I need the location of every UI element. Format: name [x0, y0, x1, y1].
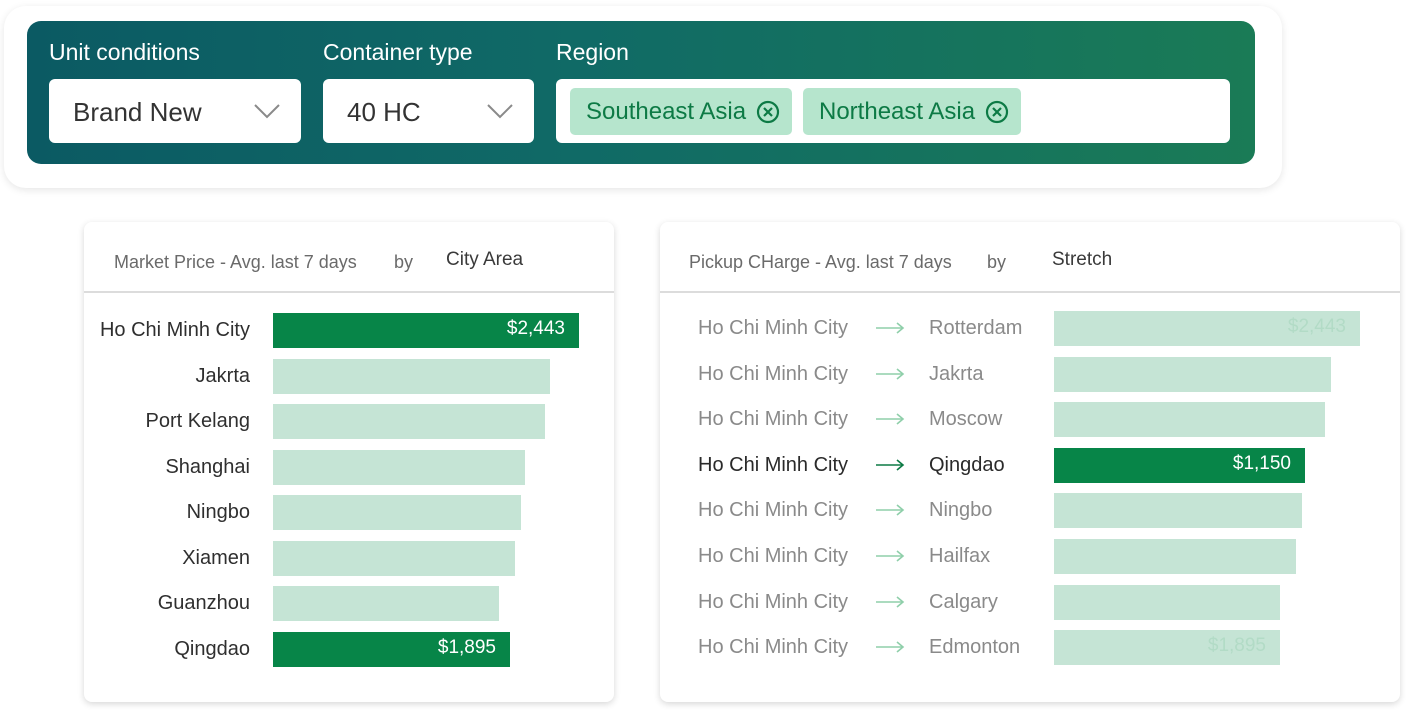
price-bar — [273, 495, 521, 530]
origin-label: Ho Chi Minh City — [698, 499, 849, 522]
pickup-charge-card: Pickup CHarge - Avg. last 7 days by Stre… — [660, 222, 1400, 702]
market-price-row[interactable]: Jakrta — [84, 358, 614, 394]
price-bar — [273, 586, 499, 621]
arrow-right-icon — [875, 321, 905, 335]
destination-label: Moscow — [929, 408, 1003, 431]
price-bar — [273, 540, 515, 576]
chip-label: Northeast Asia — [819, 97, 976, 125]
price-bar — [273, 358, 550, 394]
arrow-right-icon — [875, 595, 905, 609]
bar-value-label: $1,895 — [437, 636, 496, 658]
destination-label: Calgary — [929, 590, 998, 613]
city-label: Guanzhou — [157, 592, 250, 614]
market-price-row[interactable]: Ho Chi Minh City $2,443 — [84, 313, 614, 348]
arrow-right-icon — [875, 640, 905, 654]
unit-conditions-label: Unit conditions — [49, 39, 200, 65]
price-bar — [273, 404, 545, 439]
bar-value-label: $2,443 — [506, 318, 565, 339]
destination-label: Rotterdam — [929, 317, 1023, 339]
arrow-right-icon — [875, 412, 905, 426]
market-price-row[interactable]: Shanghai — [84, 449, 614, 485]
price-bar: $1,895 — [273, 631, 510, 667]
by-label: by — [987, 252, 1007, 272]
market-price-dimension[interactable]: City Area — [446, 249, 523, 271]
market-price-card: Market Price - Avg. last 7 days by City … — [84, 222, 614, 702]
city-label: Qingdao — [174, 637, 250, 660]
arrow-right-icon — [875, 367, 905, 381]
pickup-charge-dimension[interactable]: Stretch — [1052, 249, 1112, 271]
pickup-charge-row[interactable]: Ho Chi Minh City Qingdao $1,150 — [660, 447, 1400, 483]
city-label: Xiamen — [182, 546, 250, 569]
arrow-right-icon — [875, 503, 905, 517]
by-label: by — [394, 252, 414, 272]
remove-circle-icon[interactable] — [756, 100, 780, 124]
charge-bar — [1054, 493, 1302, 529]
container-type-select[interactable]: 40 HC — [323, 79, 534, 143]
market-price-row[interactable]: Ningbo — [84, 495, 614, 530]
origin-label: Ho Chi Minh City — [698, 453, 849, 476]
charge-bar — [1054, 539, 1296, 574]
chip-label: Southeast Asia — [586, 97, 747, 125]
pickup-charge-title: Pickup CHarge - Avg. last 7 days — [689, 252, 952, 272]
pickup-charge-row[interactable]: Ho Chi Minh City Jakrta — [660, 356, 1400, 392]
market-price-header: Market Price - Avg. last 7 days by City … — [84, 222, 614, 293]
container-type-label: Container type — [323, 39, 473, 65]
origin-label: Ho Chi Minh City — [698, 545, 849, 567]
region-chip-southeast-asia[interactable]: Southeast Asia — [570, 88, 793, 135]
pickup-charge-row[interactable]: Ho Chi Minh City Calgary — [660, 584, 1400, 620]
city-label: Ningbo — [186, 501, 250, 523]
pickup-charge-row[interactable]: Ho Chi Minh City Ningbo — [660, 493, 1400, 529]
city-label: Port Kelang — [145, 410, 250, 432]
region-multiselect[interactable]: Southeast Asia Northeast Asia — [556, 79, 1230, 143]
city-label: Shanghai — [165, 455, 250, 478]
origin-label: Ho Chi Minh City — [698, 636, 849, 659]
container-type-value: 40 HC — [347, 97, 421, 127]
charge-bar: $1,895 — [1054, 630, 1280, 666]
city-label: Jakrta — [195, 364, 250, 387]
region-chip-northeast-asia[interactable]: Northeast Asia — [803, 88, 1022, 135]
pickup-charge-row[interactable]: Ho Chi Minh City Hailfax — [660, 539, 1400, 574]
city-label: Ho Chi Minh City — [99, 319, 250, 341]
destination-label: Jakrta — [929, 362, 984, 385]
filter-bar: Unit conditions Brand New Container type… — [27, 21, 1255, 164]
region-label: Region — [556, 39, 629, 65]
price-bar — [273, 449, 525, 485]
price-bar: $2,443 — [273, 313, 579, 348]
bar-value-label: $1,150 — [1232, 452, 1291, 474]
remove-circle-icon[interactable] — [985, 100, 1009, 124]
chevron-down-icon — [486, 103, 514, 119]
origin-label: Ho Chi Minh City — [698, 590, 849, 613]
arrow-right-icon — [875, 458, 905, 472]
origin-label: Ho Chi Minh City — [698, 317, 849, 339]
origin-label: Ho Chi Minh City — [698, 408, 849, 431]
destination-label: Ningbo — [929, 499, 993, 522]
pickup-charge-row[interactable]: Ho Chi Minh City Rotterdam $2,443 — [660, 311, 1400, 346]
market-price-row[interactable]: Guanzhou — [84, 586, 614, 621]
destination-label: Edmonton — [929, 636, 1021, 659]
chevron-down-icon — [253, 103, 281, 119]
charge-bar: $2,443 — [1054, 311, 1360, 346]
destination-label: Qingdao — [929, 453, 1005, 476]
pickup-charge-row[interactable]: Ho Chi Minh City Moscow — [660, 402, 1400, 438]
market-price-title: Market Price - Avg. last 7 days — [114, 252, 357, 272]
destination-label: Hailfax — [929, 545, 991, 567]
charge-bar — [1054, 356, 1331, 392]
bar-value-label: $2,443 — [1287, 316, 1346, 337]
pickup-charge-header: Pickup CHarge - Avg. last 7 days by Stre… — [660, 222, 1400, 293]
market-price-row[interactable]: Xiamen — [84, 540, 614, 576]
origin-label: Ho Chi Minh City — [698, 362, 849, 385]
unit-conditions-value: Brand New — [73, 97, 202, 127]
market-price-row[interactable]: Port Kelang — [84, 404, 614, 439]
pickup-charge-row[interactable]: Ho Chi Minh City Edmonton $1,895 — [660, 630, 1400, 666]
charge-bar — [1054, 402, 1325, 438]
market-price-row[interactable]: Qingdao $1,895 — [84, 631, 614, 667]
arrow-right-icon — [875, 549, 905, 563]
charge-bar — [1054, 584, 1280, 620]
charge-bar: $1,150 — [1054, 447, 1305, 483]
bar-value-label: $1,895 — [1207, 635, 1266, 657]
unit-conditions-select[interactable]: Brand New — [49, 79, 301, 143]
